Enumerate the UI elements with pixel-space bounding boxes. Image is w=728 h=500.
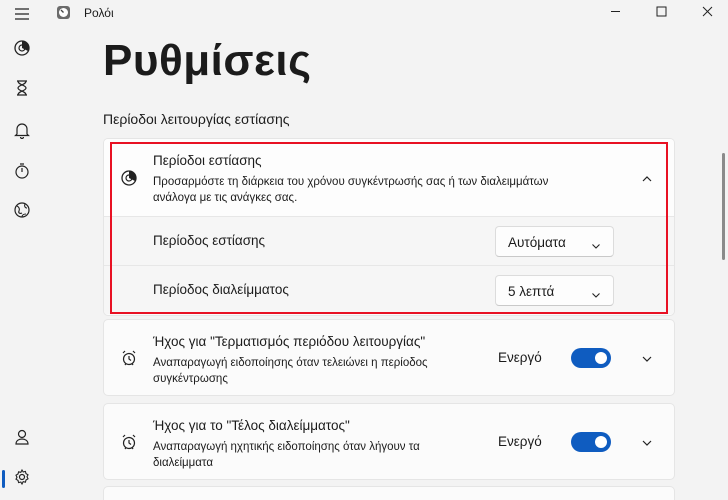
toggle-knob [595, 436, 607, 448]
settings-icon [13, 468, 31, 491]
account-icon [13, 428, 31, 451]
alarm-clock-icon [120, 433, 138, 451]
clock-app-icon [56, 5, 71, 20]
close-icon [702, 4, 713, 22]
app-title: Ρολόι [84, 6, 114, 20]
menu-button[interactable] [6, 0, 38, 32]
section-title: Περίοδοι λειτουργίας εστίασης [103, 111, 290, 127]
highlight-box [110, 142, 668, 314]
page-title: Ρυθμίσεις [103, 36, 312, 85]
minimize-button[interactable] [592, 0, 638, 26]
break-end-sound-description-line2: διαλείμματα [153, 457, 213, 469]
nav-selection-indicator [2, 470, 5, 488]
alarm-clock-icon [120, 349, 138, 367]
world-clock-icon [13, 201, 31, 224]
session-end-sound-title: Ήχος για "Τερματισμός περιόδου λειτουργί… [153, 334, 426, 349]
timer-icon [13, 79, 31, 102]
close-button[interactable] [684, 0, 728, 26]
nav-alarm[interactable] [6, 116, 38, 148]
nav-account[interactable] [6, 423, 38, 455]
maximize-icon [656, 4, 667, 22]
session-end-sound-toggle[interactable] [571, 348, 611, 368]
session-end-sound-description-line2: συγκέντρωσης [153, 373, 228, 385]
focus-sessions-icon [13, 39, 31, 62]
session-end-sound-card[interactable]: Ήχος για "Τερματισμός περιόδου λειτουργί… [103, 319, 675, 396]
nav-rail [0, 0, 44, 500]
break-end-sound-description-line1: Αναπαραγωγή ηχητικής ειδοποίησης όταν λή… [153, 441, 420, 453]
break-end-sound-toggle[interactable] [571, 432, 611, 452]
nav-timer[interactable] [6, 74, 38, 106]
scrollbar-thumb[interactable] [722, 153, 725, 260]
maximize-button[interactable] [638, 0, 684, 26]
chevron-down-icon[interactable] [641, 352, 653, 364]
alarm-icon [13, 121, 31, 144]
chevron-down-icon[interactable] [641, 436, 653, 448]
nav-stopwatch[interactable] [6, 157, 38, 189]
break-end-sound-state: Ενεργό [498, 434, 542, 449]
minimize-icon [610, 4, 621, 22]
stopwatch-icon [13, 162, 31, 185]
nav-focus-sessions[interactable] [6, 34, 38, 66]
break-end-sound-card[interactable]: Ήχος για το "Τέλος διαλείμματος" Αναπαρα… [103, 403, 675, 480]
menu-icon [13, 5, 31, 28]
session-end-sound-state: Ενεργό [498, 350, 542, 365]
nav-world-clock[interactable] [6, 196, 38, 228]
nav-settings[interactable] [6, 463, 38, 495]
next-settings-card[interactable] [103, 486, 675, 500]
toggle-knob [595, 352, 607, 364]
title-bar: Ρολόι [44, 0, 728, 26]
session-end-sound-description-line1: Αναπαραγωγή ειδοποίησης όταν τελειώνει η… [153, 357, 428, 369]
break-end-sound-title: Ήχος για το "Τέλος διαλείμματος" [153, 418, 350, 433]
